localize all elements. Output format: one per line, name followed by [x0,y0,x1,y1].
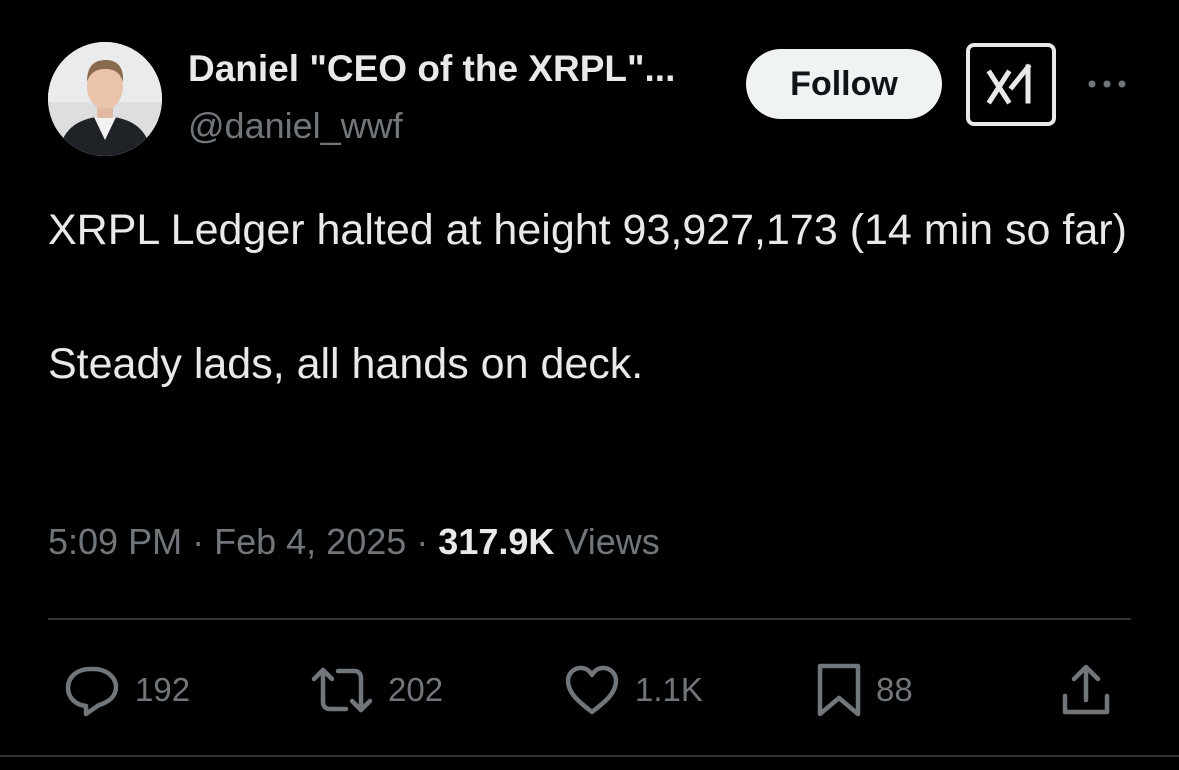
author-display-name[interactable]: Daniel "CEO of the XRPL"... [188,48,675,90]
reply-count: 192 [135,671,191,708]
tweet-meta: 5:09 PM · Feb 4, 2025 · 317.9K Views [48,521,660,563]
views-count[interactable]: 317.9K [438,521,554,562]
retweet-count: 202 [388,671,444,708]
grok-icon [986,62,1032,104]
avatar[interactable] [48,42,162,156]
share-button[interactable] [1060,662,1112,718]
tweet-text: XRPL Ledger halted at height 93,927,173 … [48,197,1138,398]
share-icon [1062,664,1110,715]
author-handle[interactable]: @daniel_wwf [188,105,403,147]
divider [0,755,1179,757]
reply-icon [65,666,119,717]
tweet-text-line: XRPL Ledger halted at height 93,927,173 … [48,206,1127,254]
follow-button[interactable]: Follow [746,49,942,119]
reply-button[interactable]: 192 [63,662,190,718]
bookmark-button[interactable]: 88 [816,662,913,718]
user-avatar-photo [48,42,162,156]
retweet-button[interactable]: 202 [310,662,443,718]
divider [48,618,1131,620]
like-button[interactable]: 1.1K [563,662,703,718]
bookmark-count: 88 [876,671,913,708]
heart-icon [565,665,619,715]
more-options-button[interactable] [1085,64,1129,104]
meta-separator: · [192,521,205,562]
bookmark-icon [817,663,861,717]
grok-button[interactable] [966,43,1056,126]
meta-separator: · [416,521,429,562]
more-horizontal-icon [1088,80,1126,88]
tweet-time[interactable]: 5:09 PM [48,521,182,562]
tweet-text-line: Steady lads, all hands on deck. [48,340,644,388]
retweet-icon [311,667,373,713]
like-count: 1.1K [635,671,703,708]
tweet-date[interactable]: Feb 4, 2025 [214,521,406,562]
views-label[interactable]: Views [564,521,659,562]
